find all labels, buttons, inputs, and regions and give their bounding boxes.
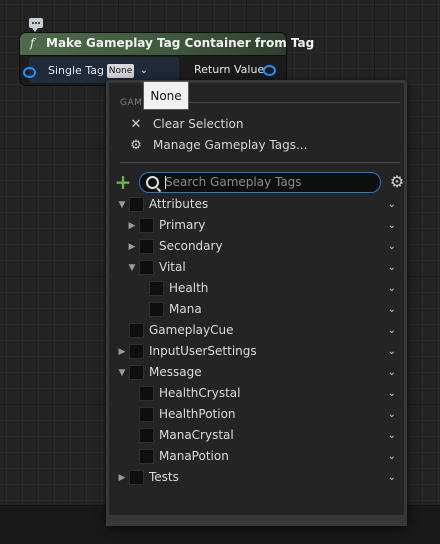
chevron-down-icon[interactable]: ⌄ bbox=[388, 366, 396, 380]
text-caret bbox=[165, 176, 166, 189]
function-icon: f bbox=[30, 36, 35, 50]
chevron-down-icon[interactable]: ⌄ bbox=[388, 198, 396, 212]
menu-item-label: Manage Gameplay Tags... bbox=[153, 138, 308, 152]
tag-label: Health bbox=[169, 281, 209, 295]
tag-checkbox[interactable] bbox=[149, 302, 164, 317]
tag-tree-row[interactable]: GameplayCue ⌄ bbox=[112, 321, 404, 342]
tag-checkbox[interactable] bbox=[139, 428, 154, 443]
tag-label: Attributes bbox=[149, 197, 209, 211]
chevron-down-icon[interactable]: ⌄ bbox=[388, 408, 396, 422]
tag-tree-row[interactable]: Mana ⌄ bbox=[112, 300, 404, 321]
tag-tree-row[interactable]: ▶ Primary ⌄ bbox=[112, 216, 404, 237]
tag-picker-body: GAM ✕ Clear Selection ⚙ Manage Gameplay … bbox=[109, 83, 404, 515]
search-icon bbox=[146, 176, 159, 189]
chevron-down-icon[interactable]: ⌄ bbox=[388, 240, 396, 254]
settings-gear-icon[interactable]: ⚙ bbox=[388, 173, 406, 191]
chevron-down-icon[interactable]: ⌄ bbox=[388, 282, 396, 296]
tag-tree-row[interactable]: ▼ Attributes ⌄ bbox=[112, 195, 404, 216]
clear-selection-item[interactable]: ✕ Clear Selection bbox=[129, 115, 244, 133]
chevron-down-icon[interactable]: ⌄ bbox=[388, 429, 396, 443]
tag-checkbox[interactable] bbox=[139, 449, 154, 464]
chevron-down-icon[interactable]: ⌄ bbox=[388, 261, 396, 275]
tag-checkbox[interactable] bbox=[129, 323, 144, 338]
comment-bubble-icon[interactable] bbox=[29, 18, 43, 32]
tag-checkbox[interactable] bbox=[129, 365, 144, 380]
tag-tree-row[interactable]: ▼ Vital ⌄ bbox=[112, 258, 404, 279]
chevron-down-icon[interactable]: ⌄ bbox=[388, 324, 396, 338]
tag-checkbox[interactable] bbox=[139, 239, 154, 254]
add-tag-button[interactable]: + bbox=[114, 172, 132, 192]
manage-gameplay-tags-item[interactable]: ⚙ Manage Gameplay Tags... bbox=[129, 136, 307, 154]
tag-checkbox[interactable] bbox=[129, 197, 144, 212]
tag-tree-row[interactable]: ▶ Secondary ⌄ bbox=[112, 237, 404, 258]
collapsed-arrow-icon[interactable]: ▶ bbox=[116, 471, 128, 485]
tag-label: HealthCrystal bbox=[159, 386, 241, 400]
collapsed-arrow-icon[interactable]: ▶ bbox=[126, 240, 138, 254]
expanded-arrow-icon[interactable]: ▼ bbox=[126, 261, 138, 275]
chevron-down-icon[interactable]: ⌄ bbox=[388, 303, 396, 317]
tag-label: Mana bbox=[169, 302, 202, 316]
tag-label: ManaCrystal bbox=[159, 428, 234, 442]
tag-label: Secondary bbox=[159, 239, 223, 253]
tag-checkbox[interactable] bbox=[139, 218, 154, 233]
gear-icon: ⚙ bbox=[130, 137, 142, 153]
tag-label: HealthPotion bbox=[159, 407, 236, 421]
blueprint-node[interactable]: f Make Gameplay Tag Container from Tag S… bbox=[20, 33, 314, 85]
tag-label: GameplayCue bbox=[149, 323, 234, 337]
search-box[interactable] bbox=[139, 172, 381, 193]
tag-checkbox[interactable] bbox=[139, 386, 154, 401]
tag-tree-row[interactable]: Health ⌄ bbox=[112, 279, 404, 300]
chevron-down-icon[interactable]: ⌄ bbox=[388, 345, 396, 359]
tag-label: ManaPotion bbox=[159, 449, 229, 463]
tag-label: InputUserSettings bbox=[149, 344, 257, 358]
tag-checkbox[interactable] bbox=[139, 260, 154, 275]
close-icon: ✕ bbox=[130, 116, 142, 132]
tag-label: Vital bbox=[159, 260, 186, 274]
chevron-down-icon[interactable]: ⌄ bbox=[388, 450, 396, 464]
panel-footer bbox=[106, 515, 407, 526]
chevron-down-icon[interactable]: ⌄ bbox=[388, 387, 396, 401]
input-pin-icon[interactable] bbox=[23, 67, 36, 78]
expanded-arrow-icon[interactable]: ▼ bbox=[116, 198, 128, 212]
tag-checkbox[interactable] bbox=[149, 281, 164, 296]
collapsed-arrow-icon[interactable]: ▶ bbox=[116, 345, 128, 359]
collapsed-arrow-icon[interactable]: ▶ bbox=[126, 219, 138, 233]
chevron-down-icon[interactable]: ⌄ bbox=[388, 471, 396, 485]
tag-tree-row[interactable]: ▶ Tests ⌄ bbox=[112, 468, 404, 489]
section-label: GAM bbox=[120, 98, 143, 108]
tag-tree: ▼ Attributes ⌄ ▶ Primary ⌄ ▶ Secondary ⌄ ▼ Vital ⌄ H… bbox=[112, 195, 404, 495]
tag-tree-row[interactable]: HealthPotion ⌄ bbox=[112, 405, 404, 426]
search-input[interactable] bbox=[165, 174, 370, 190]
tag-checkbox[interactable] bbox=[129, 344, 144, 359]
chevron-down-icon[interactable]: ⌄ bbox=[137, 64, 151, 78]
node-title: Make Gameplay Tag Container from Tag bbox=[46, 36, 315, 50]
node-header[interactable]: f Make Gameplay Tag Container from Tag bbox=[20, 33, 314, 56]
tag-tree-row[interactable]: HealthCrystal ⌄ bbox=[112, 384, 404, 405]
expanded-arrow-icon[interactable]: ▼ bbox=[116, 366, 128, 380]
tooltip: None bbox=[143, 81, 189, 110]
menu-item-label: Clear Selection bbox=[153, 117, 244, 131]
tag-label: Primary bbox=[159, 218, 206, 232]
tag-value-field[interactable]: None bbox=[107, 64, 134, 78]
tag-tree-row[interactable]: ▼ Message ⌄ bbox=[112, 363, 404, 384]
tag-tree-row[interactable]: ManaPotion ⌄ bbox=[112, 447, 404, 468]
chevron-down-icon[interactable]: ⌄ bbox=[388, 219, 396, 233]
output-pin-icon[interactable] bbox=[263, 65, 276, 76]
tag-label: Tests bbox=[149, 470, 179, 484]
tag-picker-dropdown: GAM ✕ Clear Selection ⚙ Manage Gameplay … bbox=[106, 80, 407, 526]
input-pin-label: Single Tag bbox=[48, 64, 104, 77]
tag-label: Message bbox=[149, 365, 202, 379]
tag-checkbox[interactable] bbox=[129, 470, 144, 485]
divider bbox=[120, 162, 400, 163]
output-pin-label: Return Value bbox=[194, 63, 265, 76]
tag-checkbox[interactable] bbox=[139, 407, 154, 422]
tag-tree-row[interactable]: ▶ InputUserSettings ⌄ bbox=[112, 342, 404, 363]
tag-tree-row[interactable]: ManaCrystal ⌄ bbox=[112, 426, 404, 447]
divider bbox=[157, 102, 400, 103]
